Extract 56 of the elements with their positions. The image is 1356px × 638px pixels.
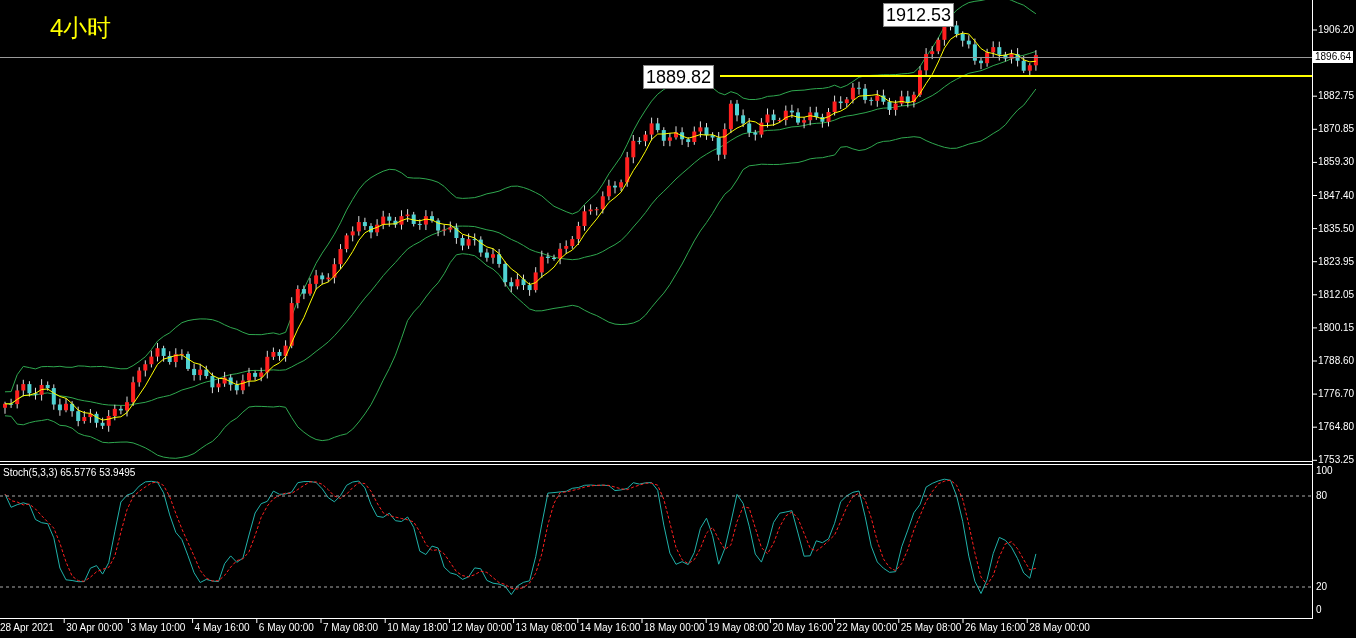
price-axis-label: 1906.20 xyxy=(1318,24,1355,36)
time-axis-label: 12 May 00:00 xyxy=(451,622,512,634)
candle xyxy=(369,222,373,239)
candle xyxy=(186,350,190,372)
time-axis-label: 3 May 10:00 xyxy=(130,622,186,634)
price-axis-label: 1882.75 xyxy=(1318,90,1355,103)
candle xyxy=(979,56,983,70)
indicator-axis-label: 20 xyxy=(1316,581,1328,593)
price-axis-label: 1753.25 xyxy=(1318,454,1355,466)
candle xyxy=(735,99,739,122)
candle xyxy=(247,367,251,387)
candle xyxy=(3,401,7,415)
candle xyxy=(918,65,922,98)
indicator-axis-label: 80 xyxy=(1316,490,1328,502)
time-axis-label: 20 May 16:00 xyxy=(772,622,833,634)
price-axis-label: 1823.95 xyxy=(1318,255,1355,268)
price-axis-label: 1800.15 xyxy=(1318,321,1355,334)
candle xyxy=(125,396,129,417)
price-axis-label: 1812.05 xyxy=(1318,288,1355,301)
candle xyxy=(430,210,434,224)
indicator-axis-label: 100 xyxy=(1316,465,1333,477)
time-axis-label: 18 May 00:00 xyxy=(644,622,705,634)
candle xyxy=(674,125,678,141)
price-axis-label: 1776.70 xyxy=(1318,388,1355,401)
time-axis-label: 7 May 08:00 xyxy=(323,622,379,634)
price-axis-label: 1764.80 xyxy=(1318,421,1355,434)
time-axis-label: 4 May 16:00 xyxy=(194,622,250,634)
time-axis-label: 28 May 00:00 xyxy=(1029,622,1090,634)
price-axis-label: 1870.85 xyxy=(1318,123,1355,136)
time-axis-label: 13 May 08:00 xyxy=(515,622,577,634)
candle xyxy=(64,397,68,413)
current-price-label: 1896.64 xyxy=(1313,51,1354,63)
time-axis-label: 19 May 08:00 xyxy=(708,622,769,634)
price-axis-label: 1788.60 xyxy=(1318,355,1355,367)
time-axis-label: 14 May 16:00 xyxy=(579,622,641,634)
price-tag: 1912.53 xyxy=(883,3,955,27)
time-axis-label: 28 Apr 2021 xyxy=(0,622,54,634)
candle xyxy=(491,247,495,265)
candle xyxy=(613,180,617,194)
time-axis-label: 10 May 18:00 xyxy=(387,622,448,634)
candle xyxy=(552,254,556,262)
price-tag: 1889.82 xyxy=(643,65,715,89)
time-axis-label: 26 May 16:00 xyxy=(965,622,1026,634)
candle xyxy=(857,81,861,96)
time-axis-label: 25 May 08:00 xyxy=(900,622,962,634)
price-axis-label: 1859.30 xyxy=(1318,156,1355,169)
indicator-axis-label: 0 xyxy=(1316,604,1322,616)
time-axis-label: 6 May 00:00 xyxy=(258,622,314,634)
price-axis-label: 1835.50 xyxy=(1318,222,1355,235)
time-axis-label: 22 May 00:00 xyxy=(836,622,898,634)
indicator-label: Stoch(5,3,3) 65.5776 53.9495 xyxy=(3,467,136,479)
price-axis-label: 1847.40 xyxy=(1318,189,1355,202)
timeframe-title: 4小时 xyxy=(50,16,112,40)
candle xyxy=(308,277,312,297)
candle xyxy=(796,107,800,126)
time-axis-label: 30 Apr 00:00 xyxy=(66,622,123,634)
